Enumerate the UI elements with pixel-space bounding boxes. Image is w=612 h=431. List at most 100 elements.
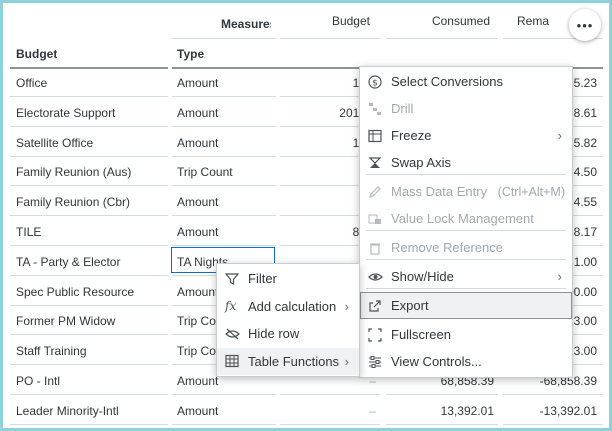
row-divider: [503, 424, 603, 425]
menu-item-fullscreen[interactable]: Fullscreen: [360, 321, 572, 348]
menu-item-freeze[interactable]: Freeze ›: [360, 122, 572, 149]
row-header-cell[interactable]: TILE: [16, 225, 166, 239]
menu-item-label: Hide row: [248, 326, 300, 341]
row-divider: [10, 96, 168, 97]
menu-item-remove-reference[interactable]: Remove Reference: [360, 234, 572, 261]
context-item-filter[interactable]: Filter: [217, 265, 359, 292]
type-cell[interactable]: Amount: [177, 106, 269, 120]
dollar-circle-icon: $: [367, 74, 383, 90]
menu-item-drill[interactable]: Drill: [360, 95, 572, 122]
menu-item-view-controls[interactable]: View Controls...: [360, 348, 572, 375]
col-header-budget[interactable]: Budget: [290, 14, 370, 28]
row-divider: [10, 394, 168, 395]
menu-item-select-conversions[interactable]: $ Select Conversions: [360, 68, 572, 95]
type-cell[interactable]: Trip Count: [177, 165, 269, 179]
row-header-cell[interactable]: Former PM Widow: [16, 314, 166, 328]
freeze-table-icon: [367, 128, 383, 144]
fx-icon: fx: [224, 298, 240, 314]
row-divider: [172, 215, 276, 216]
trash-icon: [367, 240, 383, 256]
row-divider: [280, 394, 380, 395]
chevron-right-icon: ›: [557, 128, 562, 143]
row-header-cell[interactable]: Office: [16, 76, 166, 90]
row-header-cell[interactable]: TA - Party & Elector: [16, 255, 166, 269]
menu-item-label: Select Conversions: [391, 74, 503, 89]
menu-item-label: Show/Hide: [391, 269, 454, 284]
menu-item-show-hide[interactable]: Show/Hide ›: [360, 263, 572, 290]
row-divider: [386, 424, 498, 425]
menu-item-label: Filter: [248, 271, 277, 286]
more-options-button[interactable]: •••: [569, 9, 601, 41]
value-lock-icon: [367, 211, 383, 227]
measures-header[interactable]: Measures: [221, 17, 271, 31]
remaining-cell[interactable]: -13,392.01: [503, 404, 597, 418]
type-cell[interactable]: Amount: [177, 195, 269, 209]
row-divider: [10, 245, 168, 246]
menu-separator: [366, 230, 566, 231]
table-main-menu: $ Select Conversions Drill Freeze › Swap Axis…: [359, 66, 573, 378]
divider: [10, 67, 168, 69]
menu-item-shortcut: (Ctrl+Alt+M): [497, 184, 565, 199]
menu-item-value-lock-management[interactable]: Value Lock Management: [360, 205, 572, 232]
menu-item-label: Mass Data Entry: [391, 184, 488, 199]
row-divider: [172, 245, 276, 246]
menu-separator: [366, 288, 566, 289]
consumed-cell[interactable]: 13,392.01: [386, 404, 494, 418]
menu-item-label: Freeze: [391, 128, 432, 143]
row-divider: [280, 424, 380, 425]
row-header-cell[interactable]: Electorate Support: [16, 106, 166, 120]
menu-item-export[interactable]: Export: [360, 292, 572, 319]
chevron-right-icon: ›: [344, 353, 349, 369]
menu-item-label: Drill: [391, 101, 414, 116]
svg-text:$: $: [372, 78, 378, 88]
row-divider: [10, 305, 168, 306]
type-cell[interactable]: Amount: [177, 136, 269, 150]
drill-icon: [367, 101, 383, 117]
row-header-cell[interactable]: PO - Intl: [16, 374, 166, 388]
menu-item-label: Table Functions: [248, 353, 340, 369]
menu-separator: [366, 174, 566, 175]
row-divider: [172, 126, 276, 127]
row-header-cell[interactable]: Family Reunion (Aus): [16, 165, 166, 179]
menu-item-label: Value Lock Management: [391, 211, 534, 226]
row-header-cell[interactable]: Satellite Office: [16, 136, 166, 150]
row-divider: [10, 275, 168, 276]
menu-item-label: Add calculation: [248, 298, 337, 314]
row-divider: [172, 424, 276, 425]
row-divider: [10, 126, 168, 127]
type-cell[interactable]: Amount: [177, 225, 269, 239]
menu-item-swap-axis[interactable]: Swap Axis: [360, 149, 572, 176]
row-divider: [10, 334, 168, 335]
row-header-cell[interactable]: Staff Training: [16, 344, 166, 358]
row-divider: [10, 185, 168, 186]
dim-header-type[interactable]: Type: [177, 47, 204, 61]
type-cell[interactable]: Amount: [177, 404, 269, 418]
context-item-table-functions[interactable]: Table Functions ›: [217, 347, 359, 375]
type-cell[interactable]: Amount: [177, 76, 269, 90]
context-item-add-calculation[interactable]: fx Add calculation ›: [217, 293, 359, 320]
row-divider: [172, 96, 276, 97]
menu-item-label: Swap Axis: [391, 155, 451, 170]
context-item-hide-row[interactable]: Hide row: [217, 320, 359, 347]
menu-item-mass-data-entry[interactable]: Mass Data Entry (Ctrl+Alt+M): [360, 178, 572, 205]
svg-text:fx: fx: [224, 299, 236, 313]
row-divider: [172, 185, 276, 186]
swap-axis-icon: [367, 155, 383, 171]
export-icon: [367, 298, 383, 314]
col-header-consumed[interactable]: Consumed: [400, 14, 490, 28]
fullscreen-icon: [367, 327, 383, 343]
row-header-cell[interactable]: Leader Minority-Intl: [16, 404, 166, 418]
table-icon: [224, 353, 240, 369]
row-divider: [10, 424, 168, 425]
dim-header-budget[interactable]: Budget: [16, 47, 57, 61]
col-header-remaining[interactable]: Rema: [517, 14, 567, 28]
menu-item-label: Remove Reference: [391, 240, 503, 255]
menu-separator: [366, 259, 566, 260]
chevron-right-icon: ›: [344, 298, 349, 314]
row-header-cell[interactable]: Family Reunion (Cbr): [16, 195, 166, 209]
row-header-cell[interactable]: Spec Public Resource: [16, 285, 166, 299]
budget-cell[interactable]: –: [280, 404, 376, 418]
divider: [280, 38, 380, 39]
mass-data-entry-icon: [367, 184, 383, 200]
divider: [172, 38, 276, 39]
